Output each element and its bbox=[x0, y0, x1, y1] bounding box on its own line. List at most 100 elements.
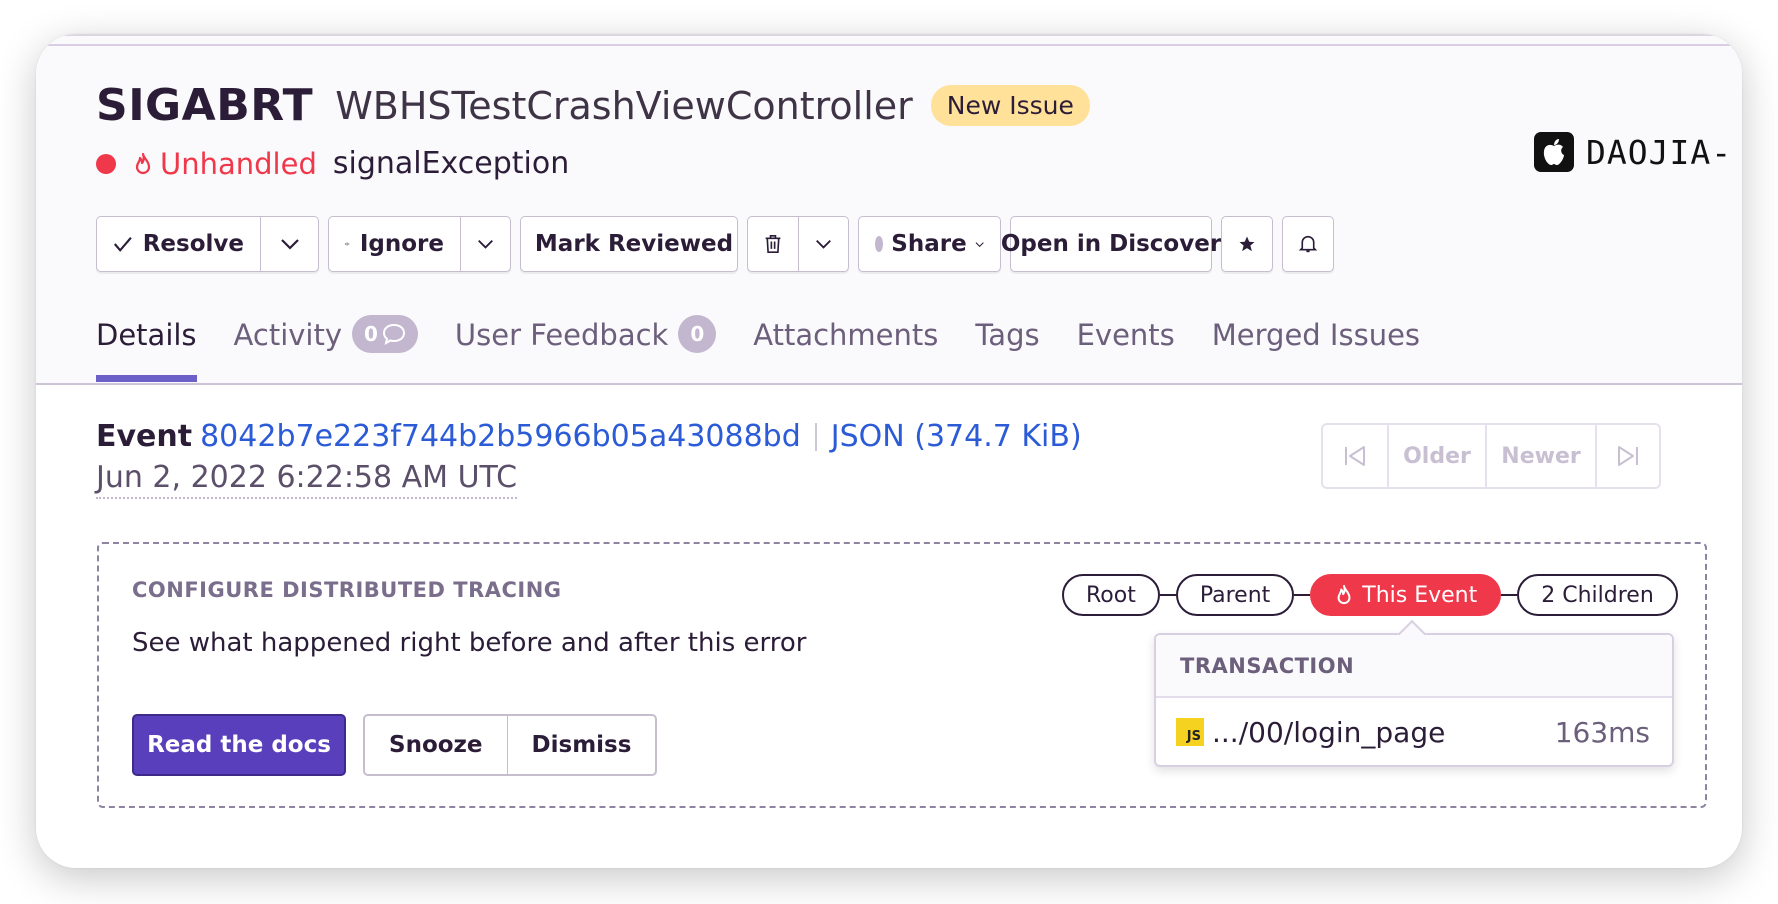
ignore-label: Ignore bbox=[359, 231, 444, 257]
first-event-button[interactable] bbox=[1323, 425, 1387, 487]
read-docs-button[interactable]: Read the docs bbox=[132, 714, 346, 776]
tab-activity[interactable]: Activity 0 bbox=[234, 292, 418, 382]
mark-reviewed-label: Mark Reviewed bbox=[534, 231, 734, 257]
newer-event-button[interactable]: Newer bbox=[1485, 425, 1595, 487]
distributed-tracing-prompt: CONFIGURE DISTRIBUTED TRACING See what h… bbox=[97, 542, 1707, 808]
mark-reviewed-group: Mark Reviewed bbox=[520, 216, 738, 272]
bell-icon bbox=[1299, 235, 1317, 253]
trace-node-this-event: This Event bbox=[1310, 574, 1502, 616]
issue-actions-toolbar: Resolve Ignore Mark Reviewed Share Open … bbox=[96, 216, 1343, 272]
trace-node-root: Root bbox=[1062, 574, 1160, 616]
trace-chain: Root Parent This Event 2 Children bbox=[1062, 574, 1678, 616]
activity-count: 0 bbox=[364, 322, 378, 346]
resolve-dropdown-button[interactable] bbox=[260, 217, 318, 271]
tab-label: Activity bbox=[233, 318, 342, 352]
transaction-tooltip: TRANSACTION JS .../00/login_page 163ms bbox=[1154, 633, 1674, 767]
chevron-down-icon bbox=[975, 241, 984, 247]
project-name: DAOJIA- bbox=[1586, 132, 1733, 172]
event-pager: Older Newer bbox=[1321, 423, 1661, 489]
skip-forward-icon bbox=[1618, 446, 1638, 466]
trace-connector bbox=[1501, 594, 1518, 596]
flame-icon bbox=[135, 152, 151, 174]
event-heading: Event 8042b7e223f744b2b5966b05a43088bd J… bbox=[96, 419, 1082, 454]
tab-label: Tags bbox=[975, 318, 1040, 352]
this-event-label: This Event bbox=[1362, 582, 1478, 608]
mute-icon bbox=[345, 242, 350, 246]
divider bbox=[814, 422, 817, 451]
issue-card: SIGABRT WBHSTestCrashViewController New … bbox=[36, 34, 1742, 868]
unhandled-text: Unhandled bbox=[160, 146, 317, 181]
event-id-link[interactable]: 8042b7e223f744b2b5966b05a43088bd bbox=[200, 419, 801, 454]
transaction-row[interactable]: JS .../00/login_page 163ms bbox=[1156, 698, 1672, 766]
comment-icon bbox=[382, 323, 405, 345]
activity-count-badge: 0 bbox=[352, 315, 418, 353]
latest-event-button[interactable] bbox=[1595, 425, 1659, 487]
ignore-dropdown-button[interactable] bbox=[460, 217, 510, 271]
tab-details[interactable]: Details bbox=[96, 292, 197, 382]
flame-icon bbox=[1337, 584, 1351, 605]
resolve-label: Resolve bbox=[142, 231, 244, 257]
transaction-path: .../00/login_page bbox=[1212, 715, 1446, 749]
tooltip-header: TRANSACTION bbox=[1156, 635, 1672, 698]
mark-reviewed-button[interactable]: Mark Reviewed bbox=[521, 217, 737, 271]
event-label: Event bbox=[96, 419, 193, 454]
snooze-button[interactable]: Snooze bbox=[365, 716, 507, 774]
issue-meta-row: Unhandled signalException bbox=[96, 146, 569, 181]
tab-merged-issues[interactable]: Merged Issues bbox=[1212, 292, 1420, 382]
javascript-icon: JS bbox=[1176, 718, 1204, 746]
bookmark-button[interactable] bbox=[1222, 217, 1272, 271]
skip-back-icon bbox=[1345, 446, 1365, 466]
tab-tags[interactable]: Tags bbox=[975, 292, 1039, 382]
user-feedback-count-badge: 0 bbox=[678, 315, 717, 353]
resolve-button[interactable]: Resolve bbox=[97, 217, 260, 271]
json-link[interactable]: JSON (374.7 KiB) bbox=[831, 419, 1082, 454]
new-issue-badge: New Issue bbox=[930, 85, 1090, 126]
subscribe-button[interactable] bbox=[1283, 217, 1333, 271]
checkmark-icon bbox=[113, 237, 132, 252]
delete-dropdown-button[interactable] bbox=[798, 217, 848, 271]
trace-connector bbox=[1294, 594, 1311, 596]
apple-icon bbox=[1534, 132, 1574, 172]
bookmark-button-group bbox=[1221, 216, 1273, 272]
chevron-down-icon bbox=[816, 239, 831, 249]
tab-label: Attachments bbox=[753, 318, 939, 352]
share-button[interactable]: Share bbox=[859, 217, 1000, 271]
ignore-button-group: Ignore bbox=[328, 216, 511, 272]
issue-culprit: WBHSTestCrashViewController bbox=[335, 83, 913, 128]
tab-label: Events bbox=[1076, 318, 1175, 352]
header-divider bbox=[36, 383, 1742, 385]
chevron-down-icon bbox=[280, 239, 299, 250]
open-in-discover-group: Open in Discover bbox=[1001, 216, 1221, 272]
tab-attachments[interactable]: Attachments bbox=[753, 292, 938, 382]
older-event-button[interactable]: Older bbox=[1387, 425, 1485, 487]
star-icon bbox=[1239, 236, 1255, 252]
share-status-dot bbox=[875, 236, 884, 252]
trace-node-parent: Parent bbox=[1175, 574, 1295, 616]
tab-label: User Feedback bbox=[454, 318, 669, 352]
level-indicator-dot bbox=[96, 153, 116, 174]
dismiss-button[interactable]: Dismiss bbox=[506, 716, 656, 774]
subscribe-button-group bbox=[1282, 216, 1334, 272]
delete-button-group bbox=[747, 216, 849, 272]
share-label: Share bbox=[891, 231, 967, 257]
issue-title: SIGABRT bbox=[96, 80, 314, 131]
transaction-duration: 163ms bbox=[1554, 715, 1650, 749]
unhandled-label: Unhandled bbox=[132, 147, 317, 181]
tab-events[interactable]: Events bbox=[1077, 292, 1175, 382]
delete-button[interactable] bbox=[748, 217, 798, 271]
ignore-button[interactable]: Ignore bbox=[329, 217, 460, 271]
resolve-button-group: Resolve bbox=[96, 216, 319, 272]
platform-info: DAOJIA- bbox=[1534, 132, 1732, 172]
open-in-discover-button[interactable]: Open in Discover bbox=[1001, 217, 1221, 271]
tab-user-feedback[interactable]: User Feedback 0 bbox=[454, 292, 717, 382]
tab-label: Details bbox=[96, 318, 197, 352]
snooze-dismiss-group: Snooze Dismiss bbox=[363, 714, 658, 776]
tab-label: Merged Issues bbox=[1211, 318, 1421, 352]
chevron-down-icon bbox=[478, 239, 493, 249]
tracing-actions: Read the docs Snooze Dismiss bbox=[132, 714, 658, 776]
issue-tabs: Details Activity 0 User Feedback 0 Attac… bbox=[96, 292, 1457, 382]
tracing-description: See what happened right before and after… bbox=[132, 628, 807, 658]
exception-type: signalException bbox=[332, 146, 570, 181]
trace-connector bbox=[1159, 594, 1176, 596]
share-button-group: Share bbox=[858, 216, 1001, 272]
